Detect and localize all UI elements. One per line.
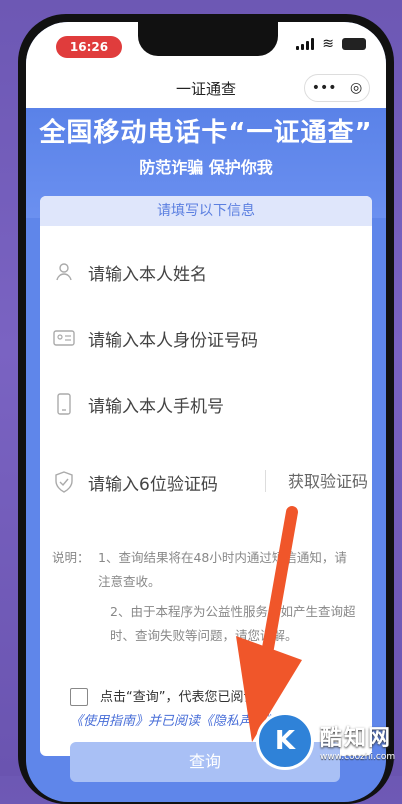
note-item-1: 1、查询结果将在48小时内通过短信通知，请注意查收。 [98,550,347,589]
verify-code-input[interactable]: 请输入6位验证码 [88,470,218,495]
battery-icon [342,38,366,50]
signal-icon [296,38,315,50]
agreement-links[interactable]: 《使用指南》并已阅读《隐私声明》 [70,710,278,729]
watermark-url: www.coozhi.com [320,752,396,762]
get-code-button[interactable]: 获取验证码 [288,462,368,502]
id-number-input[interactable]: 请输入本人身份证号码 [88,326,258,351]
divider [265,470,266,492]
phone-icon [52,392,76,416]
close-target-icon[interactable]: ◎ [350,80,362,96]
notch [138,22,278,56]
note-item-2: 2、由于本程序为公益性服务，如产生查询超时、查询失败等问题，请您谅解。 [110,604,356,643]
watermark-text: 酷知网 www.coozhi.com [320,720,395,762]
shield-check-icon [52,470,76,494]
nav-bar: 一证通查 ••• ◎ [26,68,386,109]
status-time: 16:26 [56,36,122,58]
agreement-text: 点击“查询”，代表您已阅读过 [100,690,270,705]
name-input[interactable]: 请输入本人姓名 [88,260,207,285]
agree-checkbox[interactable] [70,688,88,706]
wifi-icon: ≋ [322,36,334,52]
id-number-field[interactable]: 请输入本人身份证号码 [52,318,368,358]
form-card: 请填写以下信息 请输入本人姓名 请输入本人身份证号码 请输入本人手机号 请输入6… [40,196,372,782]
hero-subtitle: 防范诈骗 保护你我 [139,158,273,177]
notes-label: 说明： [52,550,90,565]
phone-field[interactable]: 请输入本人手机号 [52,384,368,424]
status-bar: 16:26 ≋ [26,22,386,68]
mini-program-capsule[interactable]: ••• ◎ [304,74,370,102]
phone-frame: 16:26 ≋ 一证通查 ••• ◎ 全国移动电话卡“一证通查” 防范诈骗 保护… [18,14,394,804]
watermark-name: 酷知网 [320,726,393,751]
status-icons: ≋ [296,36,366,52]
hero-title: 全国移动电话卡“一证通查” [39,118,373,148]
phone-input[interactable]: 请输入本人手机号 [88,392,224,417]
watermark-logo-icon: K [256,712,314,770]
watermark: K 酷知网 www.coozhi.com [256,710,396,772]
id-card-icon [52,326,76,350]
phone-screen: 16:26 ≋ 一证通查 ••• ◎ 全国移动电话卡“一证通查” 防范诈骗 保护… [26,22,386,802]
form-header: 请填写以下信息 [40,196,372,226]
name-field[interactable]: 请输入本人姓名 [52,252,368,292]
more-icon[interactable]: ••• [312,80,337,96]
person-icon [52,260,76,284]
verify-code-field[interactable]: 请输入6位验证码 获取验证码 [52,462,368,502]
